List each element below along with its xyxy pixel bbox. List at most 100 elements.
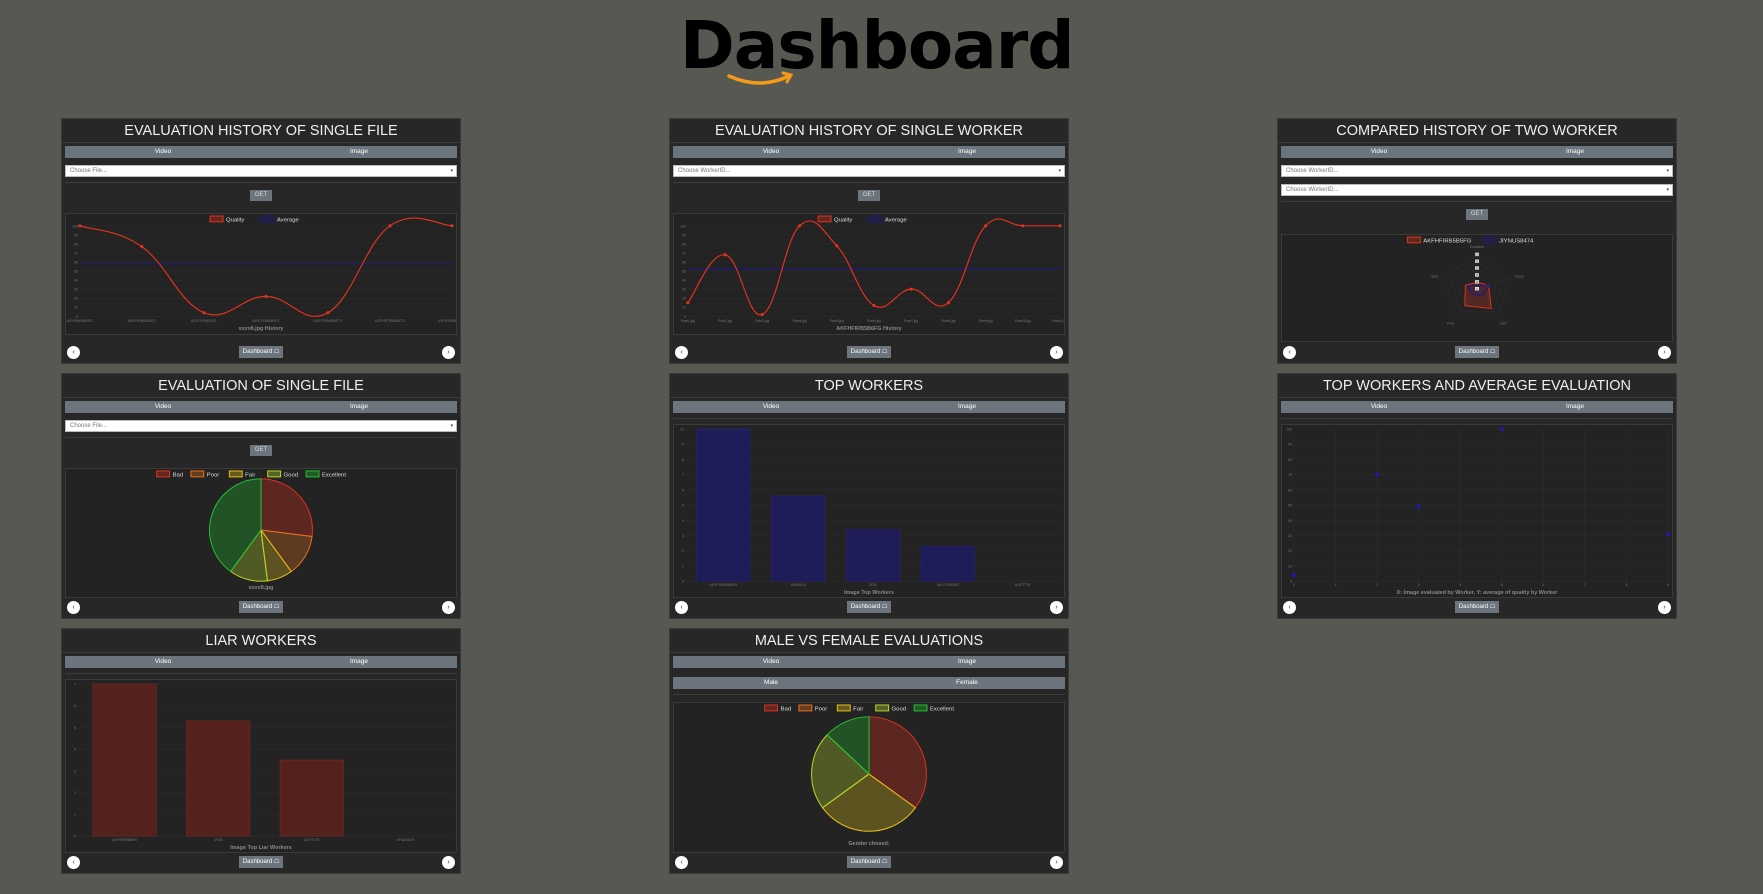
radar-label: Bad <box>1432 274 1438 278</box>
worker-select[interactable]: Choose WorkerID... ▾ <box>673 165 1065 177</box>
prev-button[interactable]: ‹ <box>67 856 80 869</box>
x-tick-label: A3EFFDRN5B5EFTL <box>313 319 343 323</box>
panel-single-file: EVALUATION OF SINGLE FILE Video Image Ch… <box>61 373 461 619</box>
bar <box>92 683 157 837</box>
y-tick-label: 80 <box>682 242 686 246</box>
axis-label: Image Top Workers <box>844 590 894 596</box>
x-tick-label: Pose11.jpg <box>1052 319 1064 323</box>
worker-select-2[interactable]: Choose WorkerID... ▾ <box>1281 184 1673 196</box>
next-button[interactable]: › <box>1658 346 1671 359</box>
data-point <box>1021 224 1025 228</box>
video-tab[interactable]: Video <box>1281 401 1477 413</box>
next-button[interactable]: › <box>1050 601 1063 614</box>
x-tick-label: Pose8.jpg <box>941 319 955 323</box>
file-select[interactable]: Choose File... ▾ <box>65 165 457 177</box>
data-point <box>760 312 764 317</box>
prev-button[interactable]: ‹ <box>1283 346 1296 359</box>
smile-arrow-icon <box>727 71 794 85</box>
y-tick-label: 6 <box>74 704 76 708</box>
radar-label: Good <box>1515 274 1524 278</box>
media-toggle: Video Image <box>65 401 457 413</box>
prev-button[interactable]: ‹ <box>675 856 688 869</box>
male-tab[interactable]: Male <box>673 677 869 689</box>
panel-footer: ‹ Dashboard ☖ › <box>1278 599 1676 615</box>
female-tab[interactable]: Female <box>869 677 1065 689</box>
dashboard-button[interactable]: Dashboard ☖ <box>847 601 891 613</box>
bar-chart: 0 1 2 3 4 5 6 7 A4FHFIRB5B6F6 ZFG5 ALR7T7TA JIYNUS8… <box>74 682 453 851</box>
video-tab[interactable]: Video <box>673 401 869 413</box>
panel-worker-history: EVALUATION HISTORY OF SINGLE WORKER Vide… <box>669 118 1069 364</box>
y-tick-label: 0 <box>1290 580 1292 584</box>
x-tick-label: 1 <box>1334 583 1336 587</box>
prev-button[interactable]: ‹ <box>675 346 688 359</box>
dashboard-button[interactable]: Dashboard ☖ <box>1455 601 1499 613</box>
dashboard-button[interactable]: Dashboard ☖ <box>847 346 891 358</box>
video-tab[interactable]: Video <box>673 656 869 668</box>
video-tab[interactable]: Video <box>65 656 261 668</box>
worker-select-placeholder: Choose WorkerID... <box>678 168 731 174</box>
divider <box>673 694 1065 695</box>
chart-title: xxxx8.jpg History <box>239 326 284 332</box>
prev-button[interactable]: ‹ <box>67 601 80 614</box>
y-tick-label: 20 <box>682 297 686 301</box>
image-tab[interactable]: Image <box>869 656 1065 668</box>
data-point <box>686 301 690 305</box>
data-point <box>797 224 802 228</box>
get-button[interactable]: GET <box>250 445 272 456</box>
legend-swatch <box>1406 236 1421 244</box>
next-button[interactable]: › <box>442 601 455 614</box>
worker-select-1[interactable]: Choose WorkerID... ▾ <box>1281 165 1673 177</box>
y-tick-label: 0 <box>74 835 76 839</box>
video-tab[interactable]: Video <box>1281 146 1477 158</box>
file-select[interactable]: Choose File... ▾ <box>65 420 457 432</box>
panel-footer: ‹ Dashboard ☖ › <box>670 599 1068 615</box>
dashboard-button[interactable]: Dashboard ☖ <box>1455 346 1499 358</box>
video-tab[interactable]: Video <box>65 401 261 413</box>
prev-button[interactable]: ‹ <box>67 346 80 359</box>
select-arrow-icon: ▾ <box>1666 187 1669 193</box>
radar-chart: AKFHFIRB5B5FG JIYNUS8474 Excellent Good Fair… <box>1406 236 1534 326</box>
dashboard-button[interactable]: Dashboard ☖ <box>239 601 283 613</box>
prev-button[interactable]: ‹ <box>1283 601 1296 614</box>
get-button[interactable]: GET <box>250 190 272 201</box>
pie-chart: Bad Poor Fair Good Excellent Gender chosed: <box>764 704 954 847</box>
y-tick-label: 30 <box>682 288 686 292</box>
legend-label: Fair <box>853 706 863 712</box>
y-tick-label: 4 <box>74 748 76 752</box>
x-tick-label: Pose1.jpg <box>681 319 695 323</box>
panel-top-workers-avg: TOP WORKERS AND AVERAGE EVALUATION Video… <box>1277 373 1677 619</box>
get-button[interactable]: GET <box>1466 209 1488 220</box>
video-tab[interactable]: Video <box>65 146 261 158</box>
next-button[interactable]: › <box>1050 346 1063 359</box>
y-tick-label: 90 <box>682 233 686 237</box>
dashboard-button[interactable]: Dashboard ☖ <box>847 856 891 868</box>
y-tick-label: 10 <box>1288 564 1292 568</box>
image-tab[interactable]: Image <box>1477 146 1673 158</box>
next-button[interactable]: › <box>442 346 455 359</box>
get-button[interactable]: GET <box>858 190 880 201</box>
dashboard-button[interactable]: Dashboard ☖ <box>239 346 283 358</box>
image-tab[interactable]: Image <box>869 401 1065 413</box>
next-button[interactable]: › <box>1050 856 1063 869</box>
y-tick-label: 90 <box>1288 443 1292 447</box>
bar <box>186 720 251 837</box>
prev-button[interactable]: ‹ <box>675 601 688 614</box>
chart-top-workers: 0 1 2 3 4 5 6 7 8 9 10 A4FHTRNB5B6F6S JIHUS8474 ZFG5 A… <box>673 424 1065 598</box>
line-chart: Quality Average 0 10 20 30 40 50 60 70 80 90 100 Pose… <box>680 215 1064 332</box>
video-tab[interactable]: Video <box>673 146 869 158</box>
image-tab[interactable]: Image <box>261 401 457 413</box>
panel-footer: ‹ Dashboard ☖ › <box>670 854 1068 870</box>
next-button[interactable]: › <box>1658 601 1671 614</box>
image-tab[interactable]: Image <box>1477 401 1673 413</box>
image-tab[interactable]: Image <box>869 146 1065 158</box>
bar <box>845 529 900 582</box>
dashboard-button[interactable]: Dashboard ☖ <box>239 856 283 868</box>
y-tick-label: 50 <box>682 270 686 274</box>
legend-label: Bad <box>173 472 184 478</box>
image-tab[interactable]: Image <box>261 146 457 158</box>
radar-label: Excellent <box>1470 245 1484 249</box>
legend-swatch <box>764 704 779 712</box>
next-button[interactable]: › <box>442 856 455 869</box>
image-tab[interactable]: Image <box>261 656 457 668</box>
y-tick-label: 10 <box>74 306 78 310</box>
